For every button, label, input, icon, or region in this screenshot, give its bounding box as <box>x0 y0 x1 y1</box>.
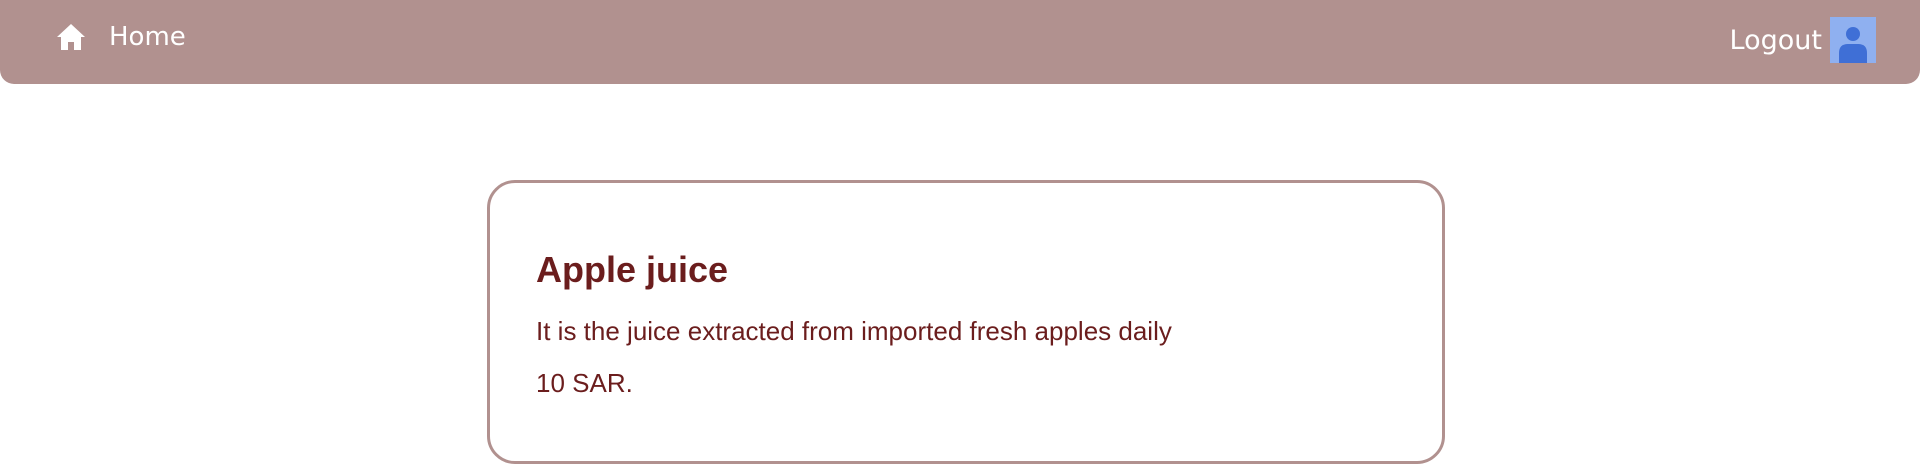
product-title: Apple juice <box>536 249 729 290</box>
product-description: It is the juice extracted from imported … <box>536 316 1172 346</box>
user-avatar-icon[interactable] <box>1830 17 1876 63</box>
product-card[interactable]: Apple juice It is the juice extracted fr… <box>487 180 1445 464</box>
product-price: 10 SAR. <box>536 368 633 398</box>
home-link[interactable]: Home <box>55 0 186 74</box>
top-navbar: Home Logout <box>0 0 1920 84</box>
home-icon[interactable] <box>55 21 87 53</box>
user-menu: Logout <box>1730 17 1876 63</box>
home-label[interactable]: Home <box>109 22 186 52</box>
logout-link[interactable]: Logout <box>1730 25 1822 56</box>
